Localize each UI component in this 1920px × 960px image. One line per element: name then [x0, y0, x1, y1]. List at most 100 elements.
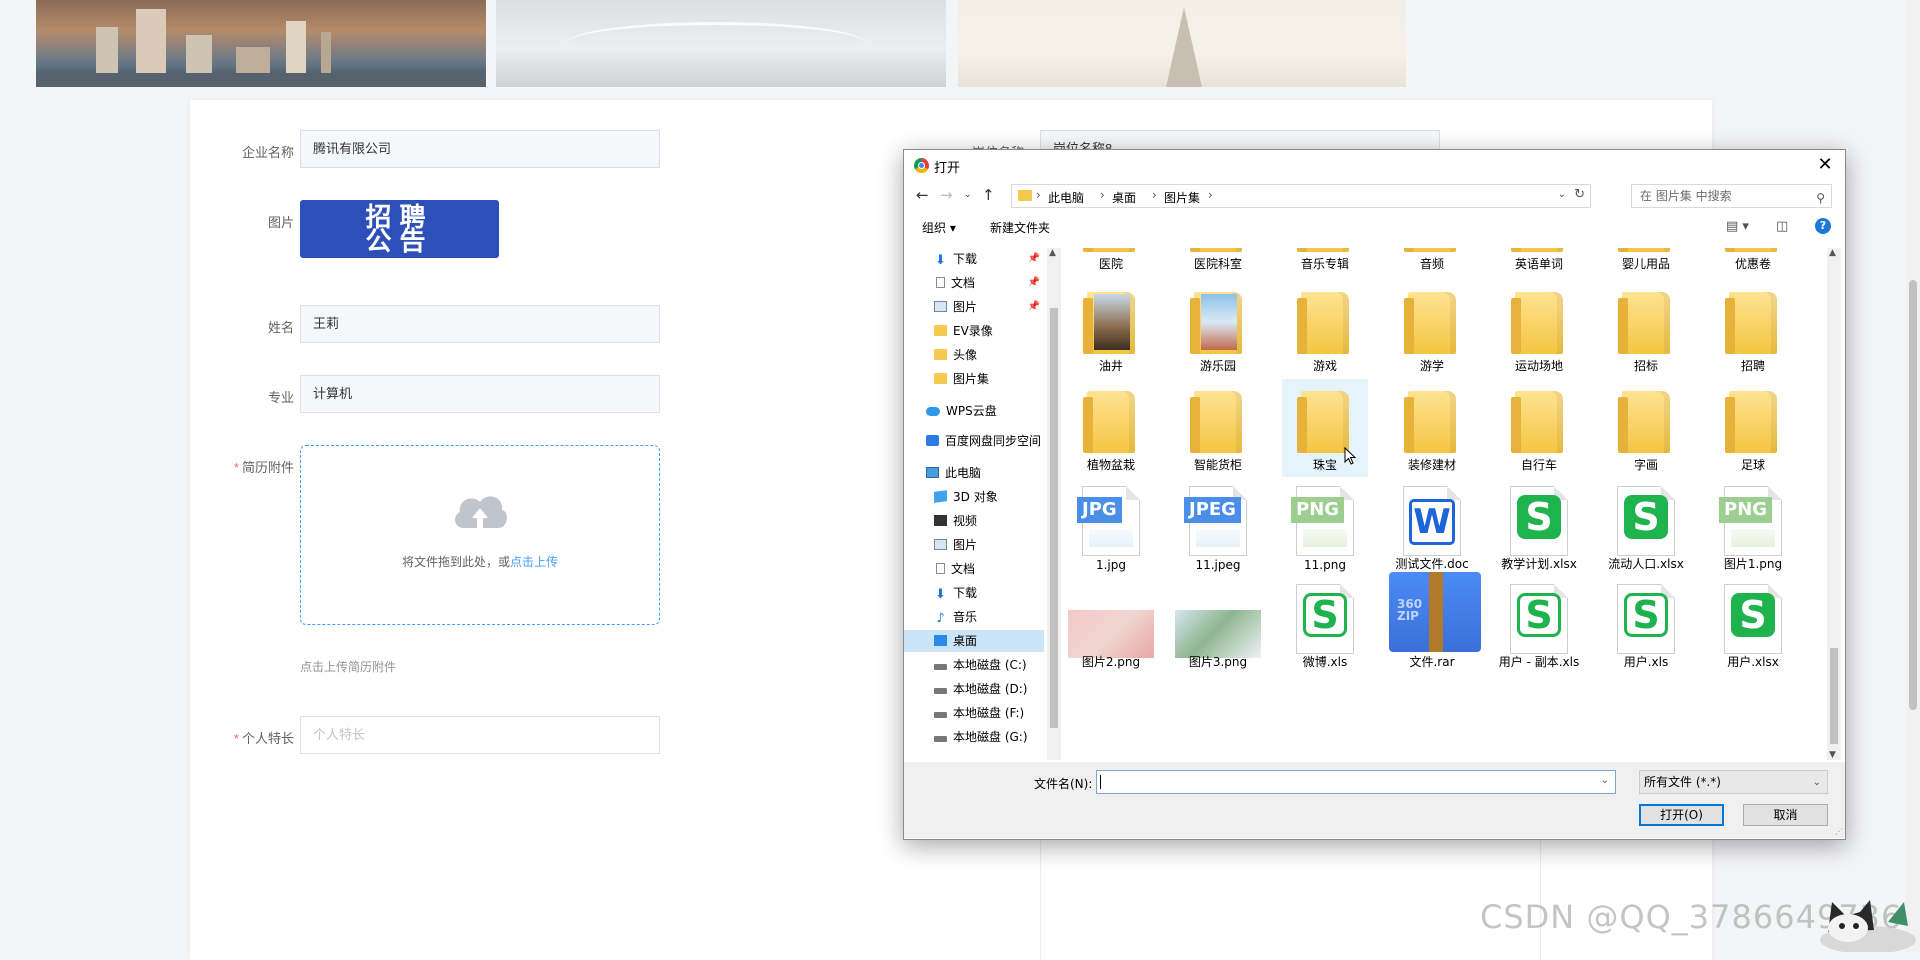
page-scroll-thumb[interactable] [1909, 280, 1917, 710]
folder-item[interactable]: 字画 [1603, 379, 1689, 477]
breadcrumb-desktop[interactable]: 桌面 [1112, 189, 1136, 206]
nav-item-pictures[interactable]: 图片 📌 [904, 296, 1044, 318]
resume-upload-dropzone[interactable]: 将文件拖到此处，或点击上传 [300, 445, 660, 625]
nav-item-documents[interactable]: 文档 📌 [904, 272, 1044, 294]
folder-item[interactable]: 英语单词 [1496, 248, 1582, 276]
file-item-xlsx[interactable]: S 教学计划.xlsx [1496, 478, 1582, 576]
nav-item-pictures-2[interactable]: 图片 [904, 534, 1044, 556]
folder-item[interactable]: 运动场地 [1496, 280, 1582, 378]
new-folder-button[interactable]: 新建文件夹 [990, 219, 1050, 236]
path-box[interactable]: › 此电脑 › 桌面 › 图片集 › ⌄ ↻ [1011, 184, 1591, 208]
file-item-xlsx[interactable]: S 流动人口.xlsx [1603, 478, 1689, 576]
forward-arrow-icon[interactable]: → [940, 186, 953, 204]
back-arrow-icon[interactable]: ← [916, 186, 929, 204]
pin-icon: 📌 [1027, 253, 1040, 264]
nav-item-downloads-2[interactable]: ⬇ 下载 [904, 582, 1044, 604]
file-item-jpeg[interactable]: JPEG 11.jpeg [1175, 478, 1261, 576]
nav-item-baidu-sync[interactable]: 百度网盘同步空间 [904, 430, 1044, 452]
folder-item[interactable]: 婴儿用品 [1603, 248, 1689, 276]
dialog-title: 打开 [934, 161, 961, 176]
upload-link[interactable]: 点击上传 [510, 555, 558, 569]
document-icon [936, 277, 945, 288]
nav-item-disk-c[interactable]: 本地磁盘 (C:) [904, 654, 1044, 676]
company-input[interactable]: 腾讯有限公司 [300, 130, 660, 168]
folder-item[interactable]: 自行车 [1496, 379, 1582, 477]
name-input[interactable]: 王莉 [300, 305, 660, 343]
folder-item[interactable]: 音乐专辑 [1282, 248, 1368, 276]
up-arrow-icon[interactable]: ↑ [982, 186, 995, 204]
close-button[interactable]: ✕ [1805, 150, 1845, 180]
folder-item[interactable]: 招聘 [1710, 280, 1796, 378]
preview-pane-icon[interactable]: ◫ [1776, 219, 1788, 234]
chevron-down-icon[interactable]: ⌄ [1601, 775, 1609, 786]
folder-icon [934, 349, 947, 360]
nav-item-wps-cloud[interactable]: WPS云盘 [904, 400, 1044, 422]
organize-button[interactable]: 组织 ▾ [922, 219, 956, 236]
view-options-icon[interactable]: ▤ ▾ [1726, 219, 1749, 234]
file-item-png[interactable]: 图片3.png [1175, 576, 1261, 674]
breadcrumb-this-pc[interactable]: 此电脑 [1048, 189, 1084, 206]
nav-item-disk-g[interactable]: 本地磁盘 (G:) [904, 726, 1044, 748]
file-item-jpg[interactable]: JPG 1.jpg [1068, 478, 1154, 576]
folder-icon [934, 373, 947, 384]
file-item-rar[interactable]: 360 ZIP 文件.rar [1389, 572, 1481, 674]
download-icon: ⬇ [935, 587, 946, 602]
skill-input[interactable]: 个人特长 [300, 716, 660, 754]
resize-grip-icon[interactable]: ⋰ [1835, 827, 1843, 836]
nav-item-avatar[interactable]: 头像 [904, 344, 1044, 366]
nav-item-3d-objects[interactable]: 3D 对象 [904, 486, 1044, 508]
folder-item[interactable]: 招标 [1603, 280, 1689, 378]
major-input[interactable]: 计算机 [300, 375, 660, 413]
folder-item[interactable]: 医院 [1068, 248, 1154, 276]
file-item-xls[interactable]: S 用户 - 副本.xls [1496, 576, 1582, 674]
file-item-xls[interactable]: S 微博.xls [1282, 576, 1368, 674]
path-dropdown-icon[interactable]: ⌄ [1558, 189, 1566, 200]
file-item-xls[interactable]: S 用户.xls [1603, 576, 1689, 674]
nav-item-videos[interactable]: 视频 [904, 510, 1044, 532]
nav-item-desktop[interactable]: 桌面 [904, 630, 1044, 652]
nav-item-ev-recording[interactable]: EV录像 [904, 320, 1044, 342]
folder-item[interactable]: 医院科室 [1175, 248, 1261, 276]
file-item-png[interactable]: PNG 图片1.png [1710, 478, 1796, 576]
scroll-up-icon[interactable]: ▲ [1829, 248, 1836, 258]
file-type-select[interactable]: 所有文件 (*.*) ⌄ [1639, 770, 1828, 794]
folder-item[interactable]: 音频 [1389, 248, 1475, 276]
cancel-button[interactable]: 取消 [1743, 804, 1828, 826]
nav-item-documents-2[interactable]: 文档 [904, 558, 1044, 580]
recent-chevron-icon[interactable]: ⌄ [964, 190, 972, 200]
nav-item-this-pc[interactable]: 此电脑 [904, 462, 1044, 484]
nav-item-image-set[interactable]: 图片集 [904, 368, 1044, 390]
help-icon[interactable]: ? [1815, 218, 1831, 234]
folder-item[interactable]: 植物盆栽 [1068, 379, 1154, 477]
folder-item[interactable]: 优惠卷 [1710, 248, 1796, 276]
folder-item[interactable]: 智能货柜 [1175, 379, 1261, 477]
breadcrumb-image-set[interactable]: 图片集 [1164, 189, 1200, 206]
open-button[interactable]: 打开(O) [1639, 804, 1724, 826]
folder-icon [1404, 248, 1456, 252]
nav-item-disk-d[interactable]: 本地磁盘 (D:) [904, 678, 1044, 700]
folder-icon [1725, 391, 1777, 453]
computer-icon [926, 467, 939, 478]
folder-item-hovered[interactable]: 珠宝 [1282, 379, 1368, 477]
folder-item[interactable]: 装修建材 [1389, 379, 1475, 477]
refresh-icon[interactable]: ↻ [1574, 187, 1585, 202]
filename-input[interactable]: ⌄ [1096, 770, 1616, 794]
file-item-png[interactable]: PNG 11.png [1282, 478, 1368, 576]
scroll-down-icon[interactable]: ▼ [1829, 750, 1836, 760]
nav-item-disk-f[interactable]: 本地磁盘 (F:) [904, 702, 1044, 724]
grid-scroll-thumb[interactable] [1830, 648, 1838, 744]
file-item-xlsx[interactable]: S 用户.xlsx [1710, 576, 1796, 674]
page-scrollbar[interactable] [1906, 0, 1920, 952]
folder-item[interactable]: 游学 [1389, 280, 1475, 378]
folder-icon [1404, 391, 1456, 453]
file-item-png[interactable]: 图片2.png [1068, 576, 1154, 674]
search-input[interactable]: 在 图片集 中搜索 ⚲ [1631, 184, 1832, 208]
nav-item-downloads[interactable]: ⬇ 下载 📌 [904, 248, 1044, 270]
folder-item[interactable]: 油井 [1068, 280, 1154, 378]
folder-item[interactable]: 游戏 [1282, 280, 1368, 378]
folder-item[interactable]: 游乐园 [1175, 280, 1261, 378]
grid-scrollbar[interactable]: ▲ ▼ [1827, 248, 1841, 760]
file-item-doc[interactable]: W 测试文件.doc [1389, 478, 1475, 576]
nav-item-music[interactable]: ♪ 音乐 [904, 606, 1044, 628]
folder-item[interactable]: 足球 [1710, 379, 1796, 477]
